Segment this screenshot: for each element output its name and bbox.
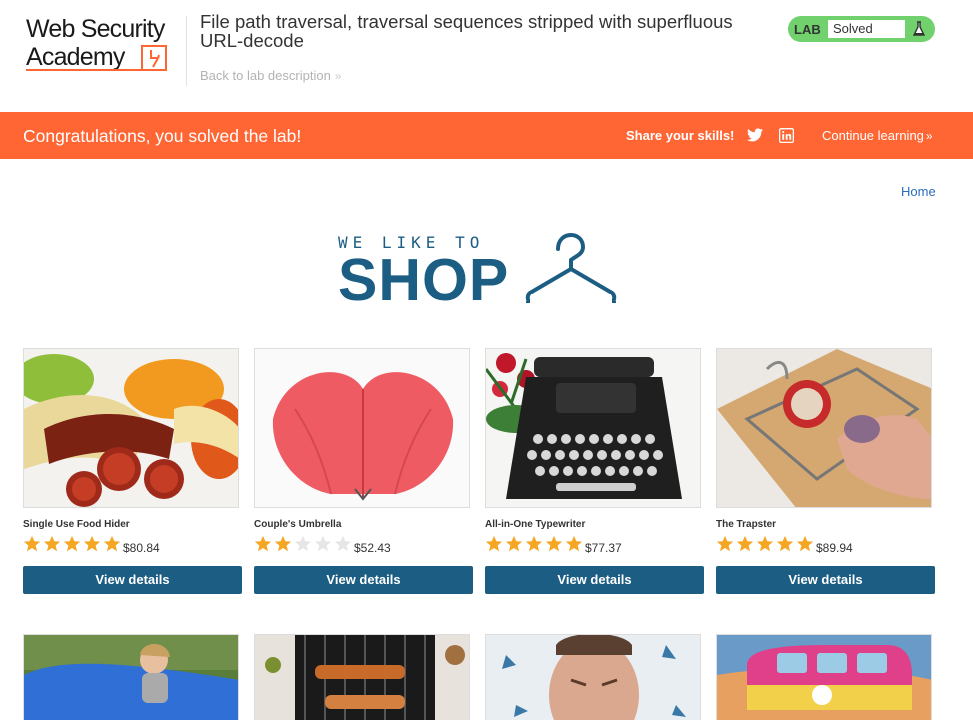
lab-status-text: Solved bbox=[828, 20, 905, 38]
solved-banner: Congratulations, you solved the lab! Sha… bbox=[0, 112, 973, 159]
product-name: All-in-One Typewriter bbox=[485, 519, 586, 530]
logo-bolt-icon bbox=[141, 45, 167, 71]
header-divider bbox=[186, 16, 187, 86]
logo-text-line1: Web Security bbox=[26, 15, 165, 43]
star-empty-icon bbox=[314, 535, 332, 552]
back-to-lab-description-link[interactable]: Back to lab description» bbox=[200, 68, 341, 83]
product-image-trapster bbox=[716, 348, 932, 508]
star-filled-icon bbox=[83, 535, 101, 552]
view-details-button[interactable]: View details bbox=[254, 566, 473, 594]
product-rating bbox=[23, 535, 123, 553]
page-header: Web Security Academy File path traversal… bbox=[0, 0, 973, 112]
product-rating bbox=[485, 535, 585, 553]
product-image-typewriter bbox=[485, 348, 701, 508]
product-rating bbox=[254, 535, 354, 553]
view-details-button[interactable]: View details bbox=[23, 566, 242, 594]
star-filled-icon bbox=[63, 535, 81, 552]
star-filled-icon bbox=[736, 535, 754, 552]
flask-icon bbox=[912, 21, 926, 36]
solved-message: Congratulations, you solved the lab! bbox=[23, 126, 302, 146]
product-rating bbox=[716, 535, 816, 553]
lab-tag: LAB bbox=[794, 22, 821, 37]
star-filled-icon bbox=[23, 535, 41, 552]
product-name: The Trapster bbox=[716, 519, 777, 530]
view-details-button[interactable]: View details bbox=[485, 566, 704, 594]
product-price: $77.37 bbox=[585, 541, 622, 555]
product-image-beanbag bbox=[23, 634, 239, 720]
star-filled-icon bbox=[716, 535, 734, 552]
star-filled-icon bbox=[485, 535, 503, 552]
star-filled-icon bbox=[505, 535, 523, 552]
product-price: $89.94 bbox=[816, 541, 853, 555]
academy-logo[interactable]: Web Security Academy bbox=[24, 15, 184, 75]
lab-status-widget: LAB Solved bbox=[788, 16, 935, 42]
linkedin-icon[interactable] bbox=[779, 128, 794, 143]
double-chevron-right-icon: » bbox=[925, 129, 933, 143]
star-empty-icon bbox=[334, 535, 352, 552]
home-link[interactable]: Home bbox=[901, 184, 936, 199]
star-filled-icon bbox=[565, 535, 583, 552]
lab-title: File path traversal, traversal sequences… bbox=[200, 11, 733, 51]
star-filled-icon bbox=[776, 535, 794, 552]
logo-text-line2: Academy bbox=[26, 43, 125, 71]
star-filled-icon bbox=[43, 535, 61, 552]
product-image-monster-van bbox=[716, 634, 932, 720]
star-filled-icon bbox=[525, 535, 543, 552]
view-details-button[interactable]: View details bbox=[716, 566, 935, 594]
product-name: Couple's Umbrella bbox=[254, 519, 342, 530]
double-chevron-right-icon: » bbox=[334, 69, 342, 83]
product-image-grill bbox=[254, 634, 470, 720]
shop-hero-banner: WE LIKE TO SHOP bbox=[338, 233, 623, 313]
product-price: $80.84 bbox=[123, 541, 160, 555]
star-filled-icon bbox=[254, 535, 272, 552]
product-image-umbrella bbox=[254, 348, 470, 508]
star-filled-icon bbox=[545, 535, 563, 552]
back-link-label: Back to lab description bbox=[200, 68, 331, 83]
product-image-food-hider bbox=[23, 348, 239, 508]
share-label: Share your skills! bbox=[626, 128, 735, 143]
hero-title: SHOP bbox=[338, 247, 510, 313]
logo-underline bbox=[26, 69, 142, 71]
star-empty-icon bbox=[294, 535, 312, 552]
star-filled-icon bbox=[756, 535, 774, 552]
star-filled-icon bbox=[796, 535, 814, 552]
product-price: $52.43 bbox=[354, 541, 391, 555]
product-name: Single Use Food Hider bbox=[23, 519, 130, 530]
clothes-hanger-icon bbox=[525, 233, 619, 303]
star-filled-icon bbox=[274, 535, 292, 552]
continue-learning-link[interactable]: Continue learning» bbox=[822, 128, 933, 143]
continue-learning-label: Continue learning bbox=[822, 128, 924, 143]
twitter-icon[interactable] bbox=[747, 128, 763, 142]
star-filled-icon bbox=[103, 535, 121, 552]
product-image-sneeze bbox=[485, 634, 701, 720]
